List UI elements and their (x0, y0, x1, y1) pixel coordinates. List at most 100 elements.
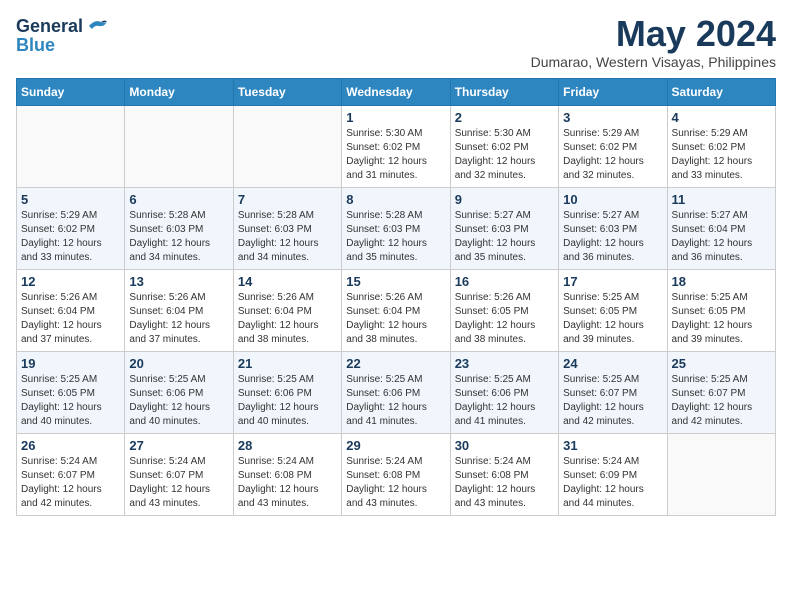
calendar-cell: 24 Sunrise: 5:25 AM Sunset: 6:07 PM Dayli… (559, 352, 667, 434)
day-info: Sunrise: 5:24 AM Sunset: 6:07 PM Dayligh… (21, 455, 120, 511)
calendar-cell: 16 Sunrise: 5:26 AM Sunset: 6:05 PM Dayli… (450, 270, 558, 352)
calendar-cell: 13Sunrise: 5:26 AM Sunset: 6:04 PM Dayli… (125, 270, 233, 352)
day-number: 22 (346, 356, 445, 371)
day-info: Sunrise: 5:26 AM Sunset: 6:04 PM Dayligh… (238, 291, 337, 347)
day-info: Sunrise: 5:25 AM Sunset: 6:05 PM Dayligh… (21, 373, 120, 429)
day-info: Sunrise: 5:28 AM Sunset: 6:03 PM Dayligh… (129, 209, 228, 265)
calendar-cell (233, 106, 341, 188)
day-info: Sunrise: 5:26 AM Sunset: 6:05 PM Dayligh… (455, 291, 554, 347)
day-info: Sunrise: 5:26 AM Sunset: 6:04 PM Dayligh… (346, 291, 445, 347)
day-number: 27 (129, 438, 228, 453)
calendar-cell: 1Sunrise: 5:30 AM Sunset: 6:02 PM Daylig… (342, 106, 450, 188)
calendar-cell: 18 Sunrise: 5:25 AM Sunset: 6:05 PM Dayli… (667, 270, 775, 352)
weekday-header-tuesday: Tuesday (233, 79, 341, 106)
day-info: Sunrise: 5:25 AM Sunset: 6:06 PM Dayligh… (346, 373, 445, 429)
weekday-header-wednesday: Wednesday (342, 79, 450, 106)
day-info: Sunrise: 5:25 AM Sunset: 6:06 PM Dayligh… (129, 373, 228, 429)
logo: General Blue (16, 16, 109, 56)
day-number: 5 (21, 192, 120, 207)
day-number: 8 (346, 192, 445, 207)
weekday-header-row: SundayMondayTuesdayWednesdayThursdayFrid… (17, 79, 776, 106)
day-info: Sunrise: 5:30 AM Sunset: 6:02 PM Dayligh… (455, 127, 554, 183)
day-number: 13 (129, 274, 228, 289)
day-info: Sunrise: 5:28 AM Sunset: 6:03 PM Dayligh… (346, 209, 445, 265)
calendar-cell (125, 106, 233, 188)
day-info: Sunrise: 5:25 AM Sunset: 6:07 PM Dayligh… (563, 373, 662, 429)
day-number: 30 (455, 438, 554, 453)
day-info: Sunrise: 5:27 AM Sunset: 6:03 PM Dayligh… (563, 209, 662, 265)
day-number: 9 (455, 192, 554, 207)
logo-text: General (16, 16, 83, 37)
calendar-cell: 4Sunrise: 5:29 AM Sunset: 6:02 PM Daylig… (667, 106, 775, 188)
day-info: Sunrise: 5:24 AM Sunset: 6:08 PM Dayligh… (455, 455, 554, 511)
day-number: 29 (346, 438, 445, 453)
calendar-cell: 27 Sunrise: 5:24 AM Sunset: 6:07 PM Dayli… (125, 434, 233, 516)
calendar-cell: 7 Sunrise: 5:28 AM Sunset: 6:03 PM Daylig… (233, 188, 341, 270)
day-info: Sunrise: 5:27 AM Sunset: 6:03 PM Dayligh… (455, 209, 554, 265)
calendar-week-4: 19Sunrise: 5:25 AM Sunset: 6:05 PM Dayli… (17, 352, 776, 434)
day-number: 20 (129, 356, 228, 371)
day-number: 18 (672, 274, 771, 289)
calendar-cell: 10 Sunrise: 5:27 AM Sunset: 6:03 PM Dayli… (559, 188, 667, 270)
calendar-week-5: 26 Sunrise: 5:24 AM Sunset: 6:07 PM Dayli… (17, 434, 776, 516)
weekday-header-saturday: Saturday (667, 79, 775, 106)
day-number: 7 (238, 192, 337, 207)
calendar-cell: 29 Sunrise: 5:24 AM Sunset: 6:08 PM Dayli… (342, 434, 450, 516)
calendar-cell: 20 Sunrise: 5:25 AM Sunset: 6:06 PM Dayli… (125, 352, 233, 434)
calendar-week-1: 1Sunrise: 5:30 AM Sunset: 6:02 PM Daylig… (17, 106, 776, 188)
day-info: Sunrise: 5:24 AM Sunset: 6:08 PM Dayligh… (238, 455, 337, 511)
day-info: Sunrise: 5:24 AM Sunset: 6:07 PM Dayligh… (129, 455, 228, 511)
calendar-body: 1Sunrise: 5:30 AM Sunset: 6:02 PM Daylig… (17, 106, 776, 516)
day-info: Sunrise: 5:25 AM Sunset: 6:05 PM Dayligh… (672, 291, 771, 347)
day-info: Sunrise: 5:29 AM Sunset: 6:02 PM Dayligh… (563, 127, 662, 183)
calendar-cell: 12 Sunrise: 5:26 AM Sunset: 6:04 PM Dayli… (17, 270, 125, 352)
calendar-cell: 25 Sunrise: 5:25 AM Sunset: 6:07 PM Dayli… (667, 352, 775, 434)
calendar-cell (17, 106, 125, 188)
calendar-cell (667, 434, 775, 516)
weekday-header-monday: Monday (125, 79, 233, 106)
day-number: 21 (238, 356, 337, 371)
day-number: 2 (455, 110, 554, 125)
page-header: General Blue May 2024 Dumarao, Western V… (16, 16, 776, 70)
day-info: Sunrise: 5:26 AM Sunset: 6:04 PM Dayligh… (21, 291, 120, 347)
logo-blue-text: Blue (16, 35, 55, 56)
calendar-cell: 8 Sunrise: 5:28 AM Sunset: 6:03 PM Daylig… (342, 188, 450, 270)
calendar-cell: 21 Sunrise: 5:25 AM Sunset: 6:06 PM Dayli… (233, 352, 341, 434)
calendar-cell: 9 Sunrise: 5:27 AM Sunset: 6:03 PM Daylig… (450, 188, 558, 270)
day-number: 14 (238, 274, 337, 289)
location: Dumarao, Western Visayas, Philippines (531, 54, 776, 70)
day-number: 24 (563, 356, 662, 371)
day-number: 10 (563, 192, 662, 207)
day-info: Sunrise: 5:29 AM Sunset: 6:02 PM Dayligh… (672, 127, 771, 183)
weekday-header-friday: Friday (559, 79, 667, 106)
day-number: 26 (21, 438, 120, 453)
calendar-table: SundayMondayTuesdayWednesdayThursdayFrid… (16, 78, 776, 516)
calendar-cell: 3Sunrise: 5:29 AM Sunset: 6:02 PM Daylig… (559, 106, 667, 188)
calendar-cell: 15 Sunrise: 5:26 AM Sunset: 6:04 PM Dayli… (342, 270, 450, 352)
calendar-week-2: 5Sunrise: 5:29 AM Sunset: 6:02 PM Daylig… (17, 188, 776, 270)
day-info: Sunrise: 5:28 AM Sunset: 6:03 PM Dayligh… (238, 209, 337, 265)
day-info: Sunrise: 5:27 AM Sunset: 6:04 PM Dayligh… (672, 209, 771, 265)
calendar-cell: 6 Sunrise: 5:28 AM Sunset: 6:03 PM Daylig… (125, 188, 233, 270)
calendar-header: SundayMondayTuesdayWednesdayThursdayFrid… (17, 79, 776, 106)
day-number: 31 (563, 438, 662, 453)
day-info: Sunrise: 5:24 AM Sunset: 6:09 PM Dayligh… (563, 455, 662, 511)
day-number: 6 (129, 192, 228, 207)
calendar-cell: 23Sunrise: 5:25 AM Sunset: 6:06 PM Dayli… (450, 352, 558, 434)
day-number: 12 (21, 274, 120, 289)
day-number: 16 (455, 274, 554, 289)
calendar-cell: 28Sunrise: 5:24 AM Sunset: 6:08 PM Dayli… (233, 434, 341, 516)
calendar-cell: 2 Sunrise: 5:30 AM Sunset: 6:02 PM Daylig… (450, 106, 558, 188)
day-info: Sunrise: 5:24 AM Sunset: 6:08 PM Dayligh… (346, 455, 445, 511)
day-info: Sunrise: 5:25 AM Sunset: 6:06 PM Dayligh… (238, 373, 337, 429)
calendar-cell: 14 Sunrise: 5:26 AM Sunset: 6:04 PM Dayli… (233, 270, 341, 352)
calendar-cell: 26 Sunrise: 5:24 AM Sunset: 6:07 PM Dayli… (17, 434, 125, 516)
calendar-cell: 5Sunrise: 5:29 AM Sunset: 6:02 PM Daylig… (17, 188, 125, 270)
day-info: Sunrise: 5:25 AM Sunset: 6:07 PM Dayligh… (672, 373, 771, 429)
day-number: 25 (672, 356, 771, 371)
day-number: 15 (346, 274, 445, 289)
day-info: Sunrise: 5:25 AM Sunset: 6:06 PM Dayligh… (455, 373, 554, 429)
weekday-header-sunday: Sunday (17, 79, 125, 106)
day-info: Sunrise: 5:25 AM Sunset: 6:05 PM Dayligh… (563, 291, 662, 347)
calendar-cell: 17Sunrise: 5:25 AM Sunset: 6:05 PM Dayli… (559, 270, 667, 352)
